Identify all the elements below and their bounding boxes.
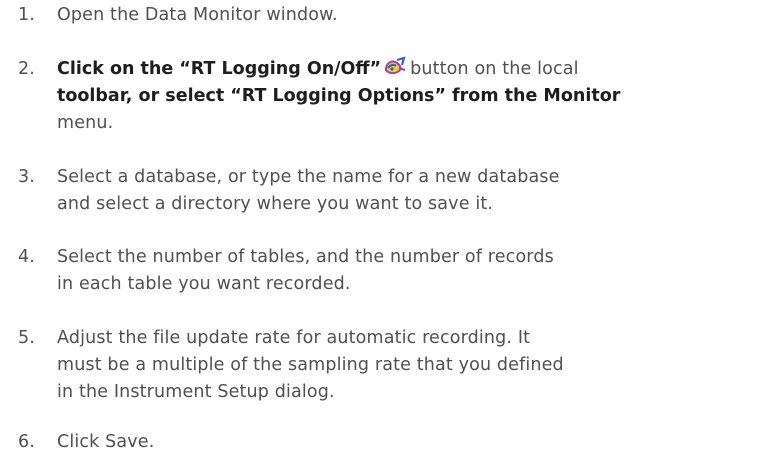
step-line: and select a directory where you want to… bbox=[57, 194, 494, 214]
step-line: Select a database, or type the name for … bbox=[57, 167, 560, 187]
rt-logging-toolbar-icon bbox=[383, 56, 408, 78]
step-text: Open the Data Monitor window. bbox=[57, 2, 769, 29]
step-line: must be a multiple of the sampling rate … bbox=[57, 355, 564, 375]
step-number: 3. bbox=[18, 167, 35, 187]
step-number: 5. bbox=[18, 328, 35, 348]
step-line: Adjust the file update rate for automati… bbox=[57, 328, 531, 348]
step-text-after-icon: button on the local bbox=[410, 59, 579, 79]
step-line: Open the Data Monitor window. bbox=[57, 5, 338, 25]
step-line-emphasis: toolbar, or select “RT Logging Options” … bbox=[57, 86, 621, 106]
step-number: 4. bbox=[18, 247, 35, 267]
step-number: 6. bbox=[18, 432, 35, 452]
step-text: Select a database, or type the name for … bbox=[57, 164, 769, 218]
step-line: menu. bbox=[57, 113, 114, 133]
step-text: Click on the “RT Logging On/Off” button … bbox=[57, 56, 769, 137]
step-line: Click Save. bbox=[57, 432, 155, 452]
step-line: Click on the “RT Logging On/Off” button … bbox=[57, 56, 769, 83]
step-text: Adjust the file update rate for automati… bbox=[57, 325, 769, 406]
step-line: in each table you want recorded. bbox=[57, 274, 351, 294]
step-text: Click Save. bbox=[57, 429, 769, 456]
step-number: 2. bbox=[18, 59, 35, 79]
step-number: 1. bbox=[18, 5, 35, 25]
step-line: in the Instrument Setup dialog. bbox=[57, 382, 335, 402]
step-emphasis: Click on the “RT Logging On/Off” bbox=[57, 59, 382, 79]
step-text: Select the number of tables, and the num… bbox=[57, 244, 769, 298]
step-line: Select the number of tables, and the num… bbox=[57, 247, 554, 267]
